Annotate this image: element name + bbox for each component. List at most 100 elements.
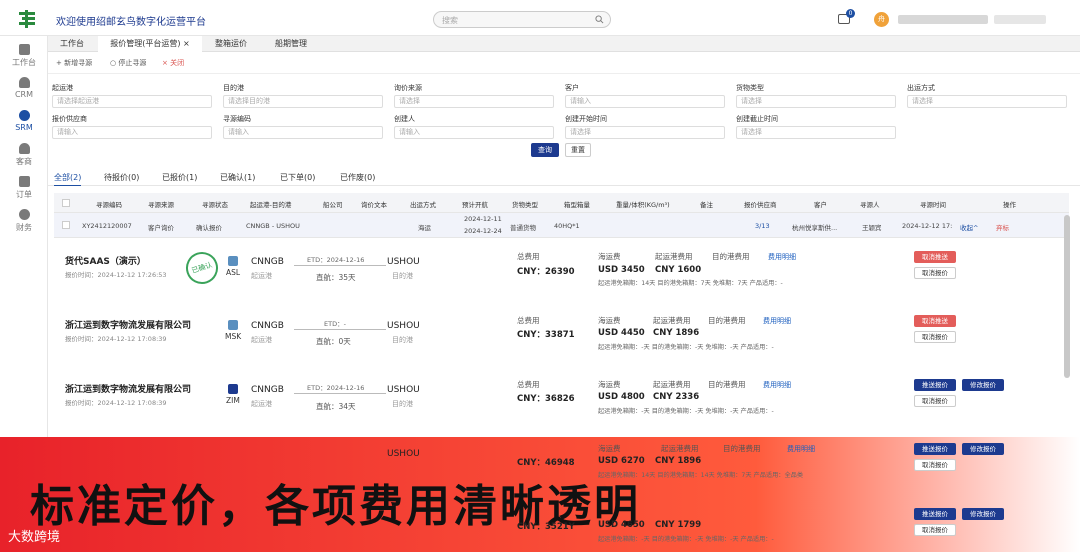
fee-detail-link[interactable]: 费用明细 bbox=[763, 316, 791, 326]
search-icon[interactable] bbox=[595, 15, 604, 24]
stop-sourcing-button[interactable]: ○ 停止寻源 bbox=[110, 58, 146, 68]
column-header: 报价供应商 bbox=[744, 201, 777, 209]
close-button[interactable]: × 关闭 bbox=[162, 58, 184, 68]
top-bar: 欢迎使用绍邮玄鸟数字化运营平台 搜索 0 舟 bbox=[0, 0, 1080, 36]
push-quote-button[interactable]: 推送报价 bbox=[914, 443, 956, 455]
pol: CNNGB bbox=[251, 385, 284, 395]
abandon-link[interactable]: 弃标 bbox=[996, 222, 1009, 232]
duration: 直航：35天 bbox=[316, 273, 356, 282]
sidebar-item-label: 客商 bbox=[16, 157, 32, 166]
sidebar-item-crm[interactable]: CRM bbox=[0, 77, 48, 109]
row-checkbox[interactable] bbox=[62, 221, 70, 229]
sidebar-item-finance[interactable]: 财务 bbox=[0, 209, 48, 241]
tab-voided[interactable]: 已作废(0) bbox=[340, 172, 375, 183]
pol-select[interactable]: 请选择起运港 bbox=[52, 95, 212, 108]
tab-confirmed[interactable]: 已确认(1) bbox=[220, 172, 255, 183]
cell-time: 2024-12-12 17: bbox=[902, 222, 953, 230]
create-end-date[interactable]: 请选择 bbox=[736, 126, 896, 139]
filter-label: 报价供应商 bbox=[52, 115, 87, 123]
username-redacted bbox=[898, 15, 988, 24]
tab-quoted[interactable]: 已报价(1) bbox=[162, 172, 197, 183]
column-header: 备注 bbox=[700, 201, 713, 209]
toolbar: + 新增寻源 ○ 停止寻源 × 关闭 bbox=[48, 52, 1080, 74]
free-days: 起运港免箱期：-天 目的港免箱期：-天 免堆期：-天 产品适用：- bbox=[598, 536, 774, 543]
tab-fcl-rates[interactable]: 整箱运价 bbox=[208, 36, 254, 52]
company-name: 浙江运到数字物流发展有限公司 bbox=[65, 321, 192, 331]
sidebar-item-srm[interactable]: SRM bbox=[0, 110, 48, 142]
stop-label: 停止寻源 bbox=[118, 59, 147, 67]
pod: USHOU bbox=[387, 385, 420, 395]
user-icon bbox=[18, 77, 30, 88]
sidebar-item-order[interactable]: 订单 bbox=[0, 176, 48, 208]
creator-input[interactable]: 请输入 bbox=[394, 126, 554, 139]
fee-detail-link[interactable]: 费用明细 bbox=[768, 252, 796, 262]
table-row[interactable]: XY2412120007 客户询价 确认报价 CNNGB - USHOU 海运 … bbox=[54, 213, 1069, 238]
filter-label: 创建截止时间 bbox=[736, 115, 778, 123]
sourcing-code-input[interactable]: 请输入 bbox=[223, 126, 383, 139]
cancel-push-button[interactable]: 取消推送 bbox=[914, 315, 956, 327]
pod-label: 目的港 bbox=[392, 400, 413, 408]
cell-supplier[interactable]: 3/13 bbox=[755, 222, 770, 230]
postal-logo-icon[interactable] bbox=[17, 10, 37, 28]
fee-detail-link[interactable]: 费用明细 bbox=[763, 380, 791, 390]
tab-pending[interactable]: 待报价(0) bbox=[104, 172, 139, 183]
create-start-date[interactable]: 请选择 bbox=[565, 126, 725, 139]
tab-quote-management[interactable]: 报价管理(平台运营) × bbox=[98, 36, 202, 52]
tab-workbench[interactable]: 工作台 bbox=[54, 36, 90, 52]
cancel-quote-button[interactable]: 取消报价 bbox=[914, 524, 956, 536]
route-arrow-icon bbox=[294, 329, 386, 330]
edit-quote-button[interactable]: 修改报价 bbox=[962, 508, 1004, 520]
sea-freight: USD 6270 bbox=[598, 456, 645, 466]
tab-ordered[interactable]: 已下单(0) bbox=[280, 172, 315, 183]
scrollbar[interactable] bbox=[1064, 215, 1070, 378]
push-quote-button[interactable]: 推送报价 bbox=[914, 508, 956, 520]
table-header: 寻源编码 寻源来源 寻源状态 起运港-目的港 船公司 询价文本 出运方式 预计开… bbox=[54, 193, 1069, 213]
tab-all[interactable]: 全部(2) bbox=[54, 172, 82, 186]
cancel-quote-button[interactable]: 取消报价 bbox=[914, 331, 956, 343]
pol-fee: CNY 1896 bbox=[655, 456, 702, 466]
inquiry-source-select[interactable]: 请选择 bbox=[394, 95, 554, 108]
cancel-push-button[interactable]: 取消推送 bbox=[914, 251, 956, 263]
pod-fee-label: 目的港费用 bbox=[712, 252, 750, 261]
duration: 直航：0天 bbox=[316, 337, 351, 346]
cargo-type-select[interactable]: 请选择 bbox=[736, 95, 896, 108]
cancel-quote-button[interactable]: 取消报价 bbox=[914, 395, 956, 407]
search-input[interactable]: 搜索 bbox=[433, 11, 611, 28]
cell-sail-start: 2024-12-11 bbox=[464, 215, 502, 223]
edit-quote-button[interactable]: 修改报价 bbox=[962, 379, 1004, 391]
pol-fee-label: 起运港费用 bbox=[653, 316, 691, 325]
sea-freight: USD 4650 bbox=[598, 520, 645, 530]
fee-detail-link[interactable]: 费用明细 bbox=[787, 444, 815, 454]
cell-customer: 杭州悦享斯供... bbox=[792, 224, 838, 232]
filter-label: 起运港 bbox=[52, 84, 73, 92]
close-icon[interactable]: × bbox=[183, 39, 190, 48]
supplier-input[interactable]: 请输入 bbox=[52, 126, 212, 139]
pod-fee-label: 目的港费用 bbox=[723, 444, 761, 453]
etd: ETD：2024-12-16 bbox=[307, 256, 365, 264]
sidebar-item-workbench[interactable]: 工作台 bbox=[0, 44, 48, 76]
page-tabs: 工作台 报价管理(平台运营) × 整箱运价 船期管理 bbox=[48, 36, 1080, 52]
pod-select[interactable]: 请选择目的港 bbox=[223, 95, 383, 108]
tab-schedule[interactable]: 船期管理 bbox=[268, 36, 314, 52]
reset-button[interactable]: 重置 bbox=[565, 143, 591, 157]
sidebar-item-label: 财务 bbox=[16, 223, 32, 232]
edit-quote-button[interactable]: 修改报价 bbox=[962, 443, 1004, 455]
customer-input[interactable]: 请输入 bbox=[565, 95, 725, 108]
quote-card: 浙江运到数字物流发展有限公司 报价时间：2024-12-12 17:08:39 … bbox=[54, 376, 1054, 438]
collapse-link[interactable]: 收起^ bbox=[960, 222, 978, 232]
sea-freight-label: 海运费 bbox=[598, 252, 621, 261]
shipping-mode-select[interactable]: 请选择 bbox=[907, 95, 1067, 108]
column-header: 询价文本 bbox=[361, 201, 387, 209]
app-title: 欢迎使用绍邮玄鸟数字化运营平台 bbox=[56, 17, 206, 28]
avatar[interactable]: 舟 bbox=[874, 12, 889, 27]
cancel-quote-button[interactable]: 取消报价 bbox=[914, 459, 956, 471]
push-quote-button[interactable]: 推送报价 bbox=[914, 379, 956, 391]
new-sourcing-button[interactable]: + 新增寻源 bbox=[56, 58, 92, 68]
sidebar-item-merchant[interactable]: 客商 bbox=[0, 143, 48, 175]
pol: CNNGB bbox=[251, 321, 284, 331]
query-button[interactable]: 查询 bbox=[531, 143, 559, 157]
filter-label: 创建人 bbox=[394, 115, 415, 123]
select-all-checkbox[interactable] bbox=[62, 199, 70, 207]
cancel-quote-button[interactable]: 取消报价 bbox=[914, 267, 956, 279]
pod: USHOU bbox=[387, 257, 420, 267]
